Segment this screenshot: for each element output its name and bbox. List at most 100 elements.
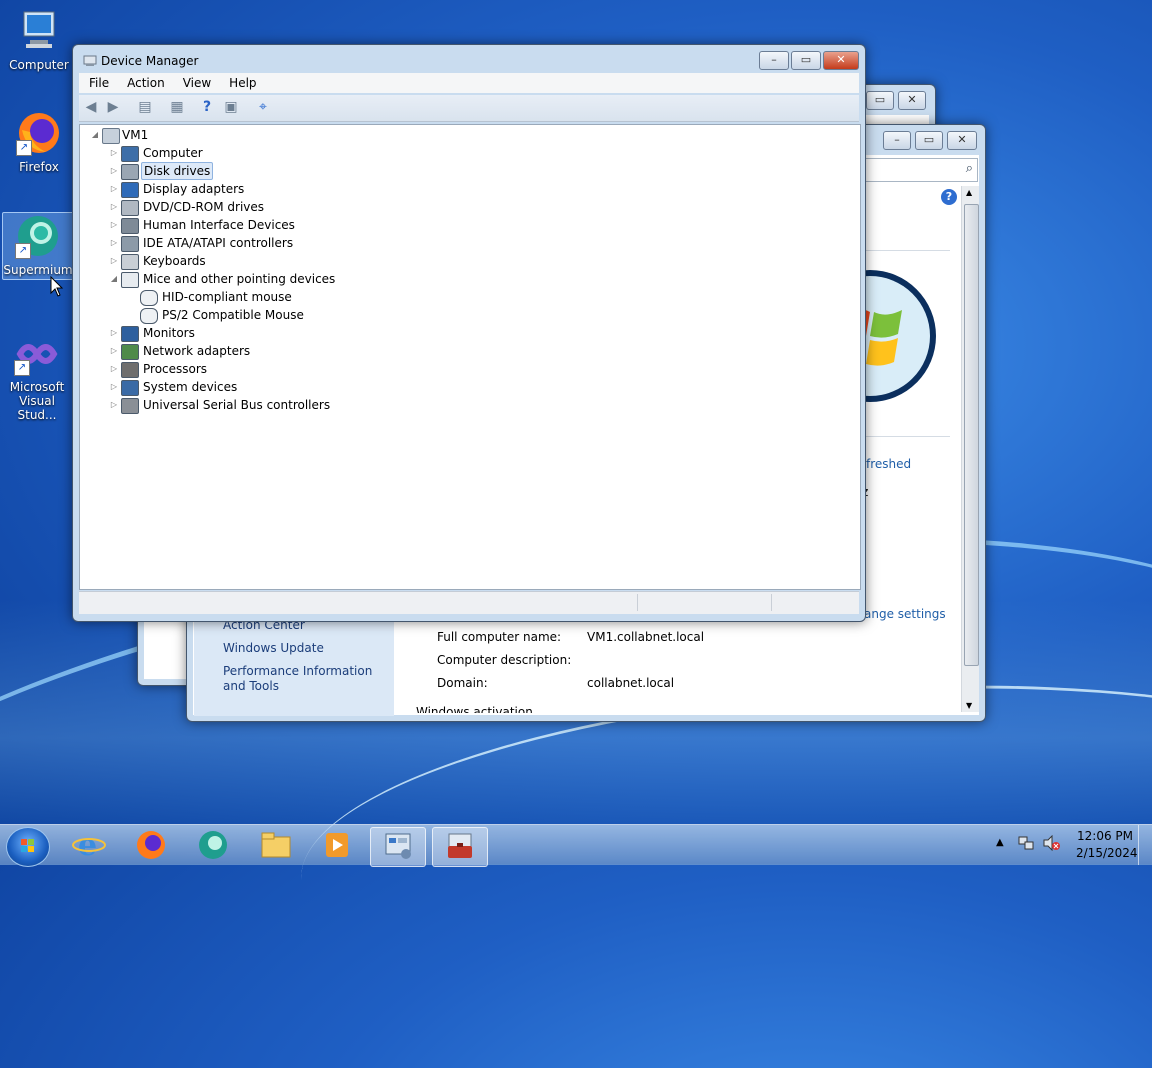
clock-date[interactable]: 2/15/2024 [1076, 846, 1138, 860]
computer-icon [102, 128, 120, 144]
shortcut-arrow-icon: ↗ [15, 243, 31, 259]
mouse-icon [140, 290, 158, 306]
show-hidden-icons-button[interactable]: ▲ [996, 837, 1004, 848]
window-title: Device Manager [101, 54, 199, 68]
change-settings-link[interactable]: ange settings [864, 607, 946, 621]
expand-arrow-icon[interactable]: ▷ [109, 360, 119, 378]
desktop-icon-label: Microsoft Visual Stud... [9, 380, 65, 422]
close-button[interactable]: ✕ [898, 91, 926, 110]
desktop-icon-computer[interactable]: Computer [4, 8, 74, 72]
field-label: Domain: [437, 676, 488, 690]
desktop-icon-visual-studio[interactable]: ↗ Microsoft Visual Stud... [2, 330, 72, 422]
minimize-button[interactable]: – [883, 131, 911, 150]
performance-info-link[interactable]: Performance Information and Tools [223, 664, 389, 694]
tree-node-label: Disk drives [141, 162, 214, 180]
tree-child-label: HID-compliant mouse [162, 290, 292, 304]
minimize-button[interactable]: – [759, 51, 789, 70]
expand-arrow-icon[interactable]: ▷ [109, 216, 119, 234]
computer-icon [16, 8, 62, 54]
field-label: Full computer name: [437, 630, 562, 644]
tree-node-label: Universal Serial Bus controllers [143, 398, 331, 412]
volume-muted-icon[interactable] [1042, 834, 1062, 854]
processor-icon [121, 362, 139, 378]
windows-update-link[interactable]: Windows Update [223, 641, 324, 656]
maximize-button[interactable]: ▭ [791, 51, 821, 70]
desktop-icon-label: Computer [9, 58, 69, 72]
expand-arrow-icon[interactable]: ▷ [109, 324, 119, 342]
tree-child-label: PS/2 Compatible Mouse [162, 308, 304, 322]
toolbar: ◀ ▶ ▤ ▦ ? ▣ ⌖ [79, 95, 859, 122]
media-player-icon [326, 833, 348, 857]
close-button[interactable]: ✕ [823, 51, 859, 70]
help-icon[interactable]: ? [941, 189, 957, 205]
firefox-icon [137, 831, 165, 859]
tree-node-label: Display adapters [143, 182, 245, 196]
taskbar-internet-explorer[interactable]: e [62, 827, 116, 865]
device-tree: ◢ VM1 ▷ Computer ▷ Disk drives ▷ Display adap… [79, 124, 861, 590]
tree-node-label: Mice and other pointing devices [143, 272, 336, 286]
expand-arrow-icon[interactable]: ▷ [109, 342, 119, 360]
tree-node-label: DVD/CD-ROM drives [143, 200, 265, 214]
scrollbar-thumb[interactable] [964, 204, 979, 666]
device-manager-icon [83, 53, 97, 67]
menu-view[interactable]: View [173, 73, 219, 90]
desktop-icon-supermium[interactable]: ↗ Supermium [2, 212, 74, 280]
taskbar-firefox[interactable] [124, 827, 178, 865]
supermium-icon [199, 831, 227, 859]
tree-node-label: System devices [143, 380, 238, 394]
expand-arrow-icon[interactable]: ▷ [109, 144, 119, 162]
expand-arrow-icon[interactable]: ▷ [109, 180, 119, 198]
expand-arrow-icon[interactable]: ▷ [109, 198, 119, 216]
expand-arrow-icon[interactable]: ▷ [109, 252, 119, 270]
refreshed-link[interactable]: freshed [866, 457, 911, 471]
hid-icon [121, 218, 139, 234]
tree-node-label: Network adapters [143, 344, 251, 358]
help-icon[interactable]: ? [199, 99, 215, 115]
field-label: Computer description: [437, 653, 572, 667]
menu-help[interactable]: Help [219, 73, 264, 90]
scroll-down-icon[interactable]: ▼ [966, 701, 972, 710]
network-icon[interactable] [1018, 835, 1034, 854]
collapse-arrow-icon[interactable]: ◢ [109, 270, 119, 288]
show-desktop-button[interactable] [1138, 825, 1152, 865]
shortcut-arrow-icon: ↗ [14, 360, 30, 376]
dvd-drive-icon [121, 200, 139, 216]
action-pane-icon[interactable]: ▣ [223, 99, 239, 115]
properties-icon[interactable]: ▦ [169, 99, 185, 115]
folder-icon [261, 832, 291, 858]
tree-node-label: IDE ATA/ATAPI controllers [143, 236, 294, 250]
taskbar-explorer[interactable] [248, 827, 302, 865]
expand-arrow-icon[interactable]: ▷ [109, 396, 119, 414]
internet-explorer-icon: e [72, 828, 106, 863]
device-manager-window[interactable]: Device Manager – ▭ ✕ File Action View Help … [72, 44, 866, 622]
taskbar-media-player[interactable] [310, 827, 364, 865]
taskbar-system[interactable] [370, 827, 426, 867]
collapse-arrow-icon[interactable]: ◢ [90, 126, 100, 144]
maximize-button[interactable]: ▭ [915, 131, 943, 150]
scroll-up-icon[interactable]: ▲ [966, 188, 972, 197]
back-arrow-icon[interactable]: ◀ [83, 99, 99, 115]
show-hide-console-tree-icon[interactable]: ▤ [137, 99, 153, 115]
full-computer-name-value: VM1.collabnet.local [587, 630, 705, 644]
clipped-heading: Windows activation [416, 705, 533, 713]
taskbar-device-manager[interactable] [432, 827, 488, 867]
system-devices-icon [121, 380, 139, 396]
scrollbar[interactable]: ▲ ▼ [961, 186, 979, 712]
scan-hardware-icon[interactable]: ⌖ [255, 99, 271, 115]
start-button[interactable] [6, 827, 50, 867]
desktop-icon-firefox[interactable]: ↗ Firefox [4, 110, 74, 174]
menu-file[interactable]: File [79, 73, 117, 90]
restore-button[interactable]: ▭ [866, 91, 894, 110]
expand-arrow-icon[interactable]: ▷ [109, 162, 119, 180]
expand-arrow-icon[interactable]: ▷ [109, 378, 119, 396]
mouse-icon [140, 308, 158, 324]
expand-arrow-icon[interactable]: ▷ [109, 234, 119, 252]
clock-time[interactable]: 12:06 PM [1077, 829, 1133, 843]
taskbar-supermium[interactable] [186, 827, 240, 865]
close-button[interactable]: ✕ [947, 131, 977, 150]
forward-arrow-icon[interactable]: ▶ [105, 99, 121, 115]
keyboard-icon [121, 254, 139, 270]
usb-icon [121, 398, 139, 414]
windows-start-icon [21, 839, 34, 852]
menu-action[interactable]: Action [117, 73, 173, 90]
